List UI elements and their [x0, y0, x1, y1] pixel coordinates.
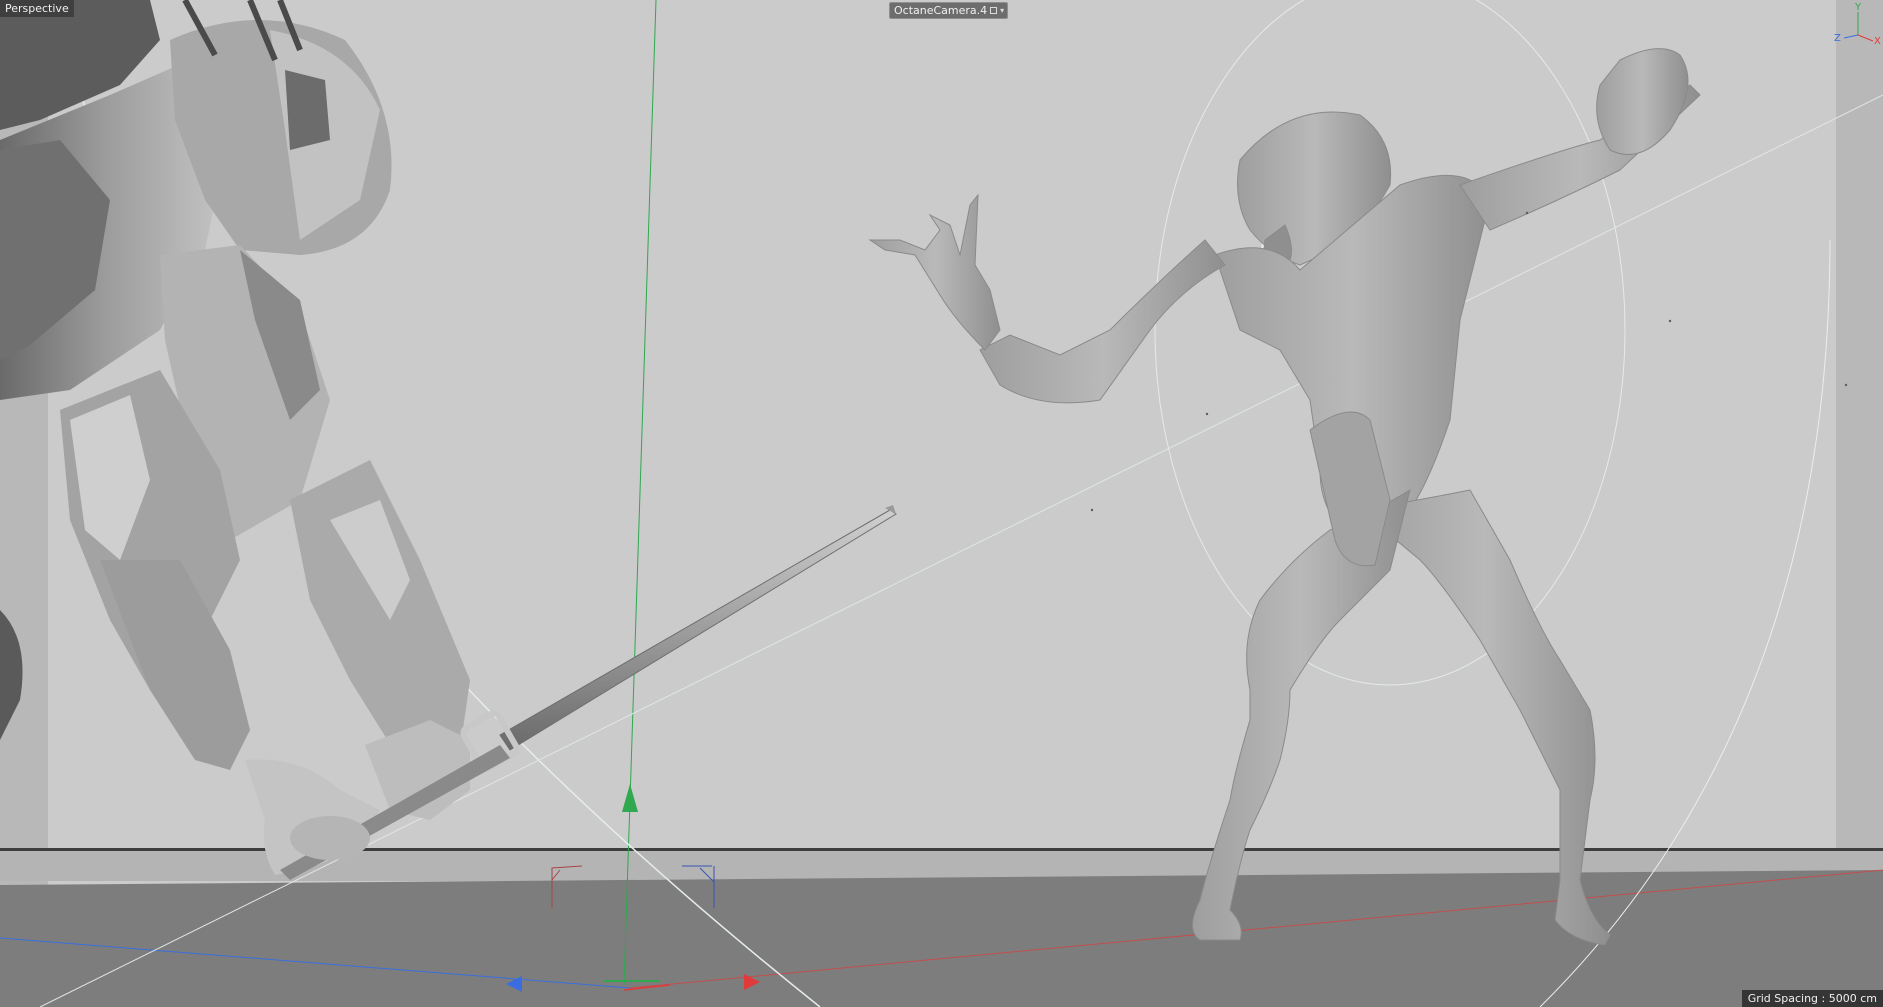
chevron-down-icon[interactable]: ▾ [1000, 6, 1004, 15]
gizmo-x-label: X [1874, 36, 1881, 47]
grid-spacing-readout: Grid Spacing : 5000 cm [1741, 990, 1883, 1007]
scene-particle [1525, 211, 1529, 215]
axis-orientation-gizmo: Y Z X [1834, 2, 1881, 47]
scene-particle [1205, 412, 1209, 416]
lock-icon[interactable] [990, 7, 998, 14]
active-camera-selector[interactable]: OctaneCamera.4 ▾ [889, 2, 1009, 19]
viewport-view-label[interactable]: Perspective [0, 0, 74, 17]
scene-particle [1668, 319, 1672, 323]
scene-particle [1090, 508, 1094, 512]
3d-viewport[interactable]: Perspective OctaneCamera.4 ▾ Y Z X Grid … [0, 0, 1883, 1007]
gizmo-z-label: Z [1834, 33, 1841, 44]
scene-particle [1844, 383, 1848, 387]
viewport-scene[interactable] [0, 0, 1883, 1007]
camera-name: OctaneCamera.4 [894, 4, 988, 17]
gizmo-y-label: Y [1854, 2, 1862, 13]
